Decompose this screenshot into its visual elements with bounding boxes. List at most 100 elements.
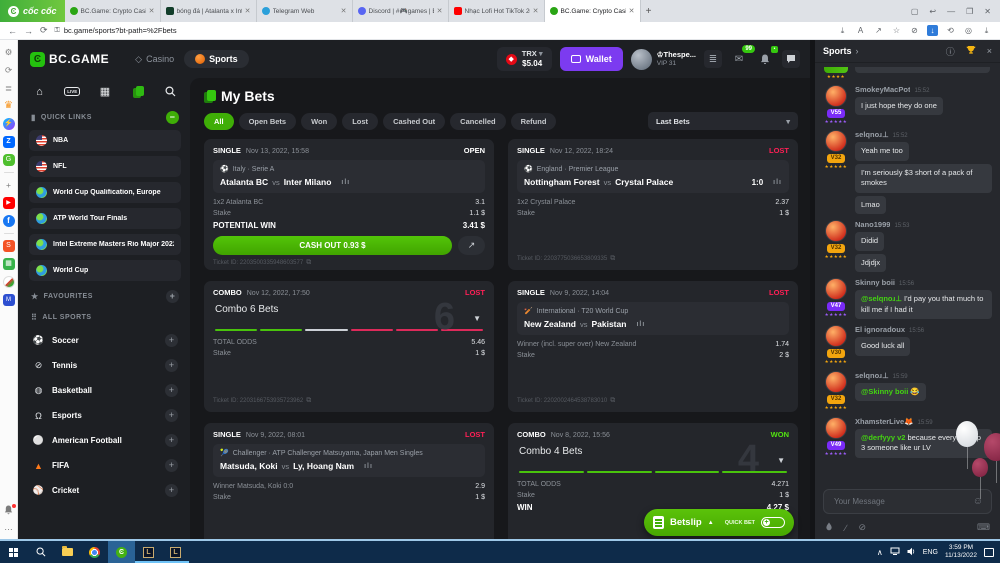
copy-icon[interactable]: ⧉ bbox=[610, 397, 615, 405]
bet-card[interactable]: SINGLE Nov 13, 2022, 15:58 OPEN ⚽ Italy … bbox=[204, 139, 494, 270]
download-icon[interactable]: ↓ bbox=[927, 25, 938, 36]
file-explorer-icon[interactable] bbox=[54, 541, 81, 563]
stats-icon[interactable]: ılı bbox=[341, 179, 350, 186]
downloads-bar-icon[interactable]: ⤓ bbox=[981, 25, 992, 36]
history-back-icon[interactable]: ↩ bbox=[929, 7, 936, 16]
browser-tab[interactable]: bóng đá | Atalanta x Internaz ✕ bbox=[161, 0, 257, 22]
trophy-icon[interactable] bbox=[966, 45, 976, 57]
divider[interactable] bbox=[4, 233, 14, 234]
chat-username[interactable]: selqnoɹ⊥ bbox=[855, 130, 889, 139]
event-panel[interactable]: ⚽ Italy · Serie A Atalanta BC vs Inter M… bbox=[213, 160, 485, 193]
keyboard-icon[interactable]: ⌨ bbox=[977, 522, 990, 533]
reload-icon[interactable]: ⟳ bbox=[40, 25, 48, 36]
messenger-icon[interactable]: ⚡ bbox=[3, 118, 15, 130]
green-app-icon[interactable]: ▦ bbox=[3, 258, 15, 270]
chevron-right-icon[interactable]: › bbox=[856, 46, 859, 56]
tab-close-icon[interactable]: ✕ bbox=[149, 7, 155, 15]
taskbar-clock[interactable]: 3:59 PM 11/13/2022 bbox=[945, 544, 977, 561]
chat-username[interactable]: Nano1999 bbox=[855, 220, 890, 229]
combo-panel[interactable]: Combo 6 Bets 6 ▼ bbox=[213, 302, 485, 335]
nav-sports[interactable]: Sports bbox=[184, 50, 249, 68]
divider[interactable] bbox=[4, 172, 14, 173]
filter-chip[interactable]: All bbox=[204, 113, 234, 130]
bet-card[interactable]: SINGLE Nov 9, 2022, 14:04 LOST 🏏 Interna… bbox=[508, 281, 798, 412]
mention[interactable]: @derfyyy v2 bbox=[861, 433, 905, 442]
quick-bet-toggle[interactable] bbox=[761, 517, 785, 528]
sport-item[interactable]: Tennis + bbox=[29, 353, 181, 378]
profile-icon[interactable]: ◎ bbox=[963, 25, 974, 36]
language-indicator[interactable]: ENG bbox=[923, 549, 938, 556]
share-bet-button[interactable]: ↗ bbox=[458, 236, 485, 255]
calendar-icon[interactable]: ▦ bbox=[98, 85, 113, 98]
sport-item[interactable]: Cricket + bbox=[29, 478, 181, 503]
tab-close-icon[interactable]: ✕ bbox=[341, 7, 347, 15]
betslip-button[interactable]: Betslip ▲ QUICK BET bbox=[644, 509, 794, 536]
adblock-icon[interactable]: ⊘ bbox=[909, 25, 920, 36]
chrome-icon[interactable] bbox=[81, 541, 108, 563]
add-icon[interactable]: + bbox=[3, 179, 15, 191]
wallet-button[interactable]: Wallet bbox=[560, 47, 623, 71]
avatar[interactable] bbox=[825, 371, 847, 393]
sort-dropdown[interactable]: Last Bets ▾ bbox=[648, 112, 798, 130]
chevron-down-icon[interactable]: ▼ bbox=[473, 314, 481, 323]
history-icon[interactable]: ⟳ bbox=[3, 64, 15, 76]
start-button[interactable] bbox=[0, 541, 27, 563]
bet-list-icon[interactable]: ≣ bbox=[704, 50, 722, 68]
quick-link-item[interactable]: World Cup bbox=[29, 260, 181, 281]
zalo-icon[interactable]: Z bbox=[3, 136, 15, 148]
sport-item[interactable]: Esports + bbox=[29, 403, 181, 428]
chat-username[interactable]: XhamsterLive🦊 bbox=[855, 417, 914, 426]
currency-selector[interactable]: ◆ TRX ▾ $5.04 bbox=[497, 47, 552, 70]
chat-toggle-icon[interactable] bbox=[782, 50, 800, 68]
expand-sport-button[interactable]: + bbox=[165, 384, 178, 397]
user-profile[interactable]: ♔Thespe... VIP 31 bbox=[631, 49, 696, 70]
minimize-icon[interactable]: — bbox=[947, 7, 955, 16]
badminton-icon[interactable] bbox=[3, 276, 15, 288]
stats-icon[interactable]: ılı bbox=[364, 463, 373, 470]
league-app-icon[interactable]: L bbox=[135, 541, 162, 563]
filter-chip[interactable]: Lost bbox=[342, 113, 378, 130]
filter-chip[interactable]: Won bbox=[301, 113, 337, 130]
my-bets-icon[interactable] bbox=[130, 85, 145, 98]
rain-icon[interactable] bbox=[825, 522, 833, 533]
expand-sport-button[interactable]: + bbox=[165, 409, 178, 422]
network-icon[interactable] bbox=[890, 547, 900, 557]
forward-icon[interactable]: → bbox=[24, 26, 33, 36]
sync-icon[interactable]: ⟲ bbox=[945, 25, 956, 36]
tab-close-icon[interactable]: ✕ bbox=[629, 7, 635, 15]
quick-link-item[interactable]: World Cup Qualification, Europe bbox=[29, 182, 181, 203]
coin-drop-icon[interactable]: ⊘ bbox=[859, 522, 867, 533]
emoji-icon[interactable]: ☺ bbox=[973, 496, 983, 507]
browser-tab[interactable]: Discord | #🎮games | BC G ✕ bbox=[353, 0, 449, 22]
expand-sport-button[interactable]: + bbox=[165, 459, 178, 472]
avatar[interactable] bbox=[825, 417, 847, 439]
chevron-down-icon[interactable]: ▼ bbox=[777, 456, 785, 465]
expand-sport-button[interactable]: + bbox=[165, 484, 178, 497]
filter-chip[interactable]: Cancelled bbox=[450, 113, 505, 130]
more-icon[interactable]: ⋯ bbox=[3, 523, 15, 535]
mail-icon[interactable]: ✉99 bbox=[730, 51, 748, 67]
bet-card[interactable]: COMBO Nov 12, 2022, 17:50 LOST bbox=[204, 281, 494, 412]
sport-item[interactable]: American Football + bbox=[29, 428, 181, 453]
bet-card[interactable]: SINGLE Nov 12, 2022, 18:24 LOST ⚽ Englan… bbox=[508, 139, 798, 270]
filter-chip[interactable]: Open Bets bbox=[239, 113, 297, 130]
message-input[interactable] bbox=[832, 496, 973, 507]
quick-link-item[interactable]: ATP World Tour Finals bbox=[29, 208, 181, 229]
url-field[interactable]: ⚿ bc.game/sports?bt-path=%2Fbets bbox=[55, 26, 830, 35]
expand-sport-button[interactable]: + bbox=[165, 434, 178, 447]
quick-link-item[interactable]: NFL bbox=[29, 156, 181, 177]
chat-room-title[interactable]: Sports bbox=[823, 46, 852, 56]
expand-sport-button[interactable]: + bbox=[165, 334, 178, 347]
chat-username[interactable]: Skinny boii bbox=[855, 278, 895, 287]
chat-username[interactable]: El ignoradoux bbox=[855, 325, 905, 334]
sport-item[interactable]: FIFA + bbox=[29, 453, 181, 478]
tab-search-icon[interactable]: ▢ bbox=[911, 7, 919, 16]
mention[interactable]: @Skinny boii bbox=[861, 387, 908, 396]
stats-icon[interactable]: ılı bbox=[636, 321, 645, 328]
bell-icon[interactable] bbox=[3, 505, 15, 517]
combo-panel[interactable]: Combo 4 Bets 4 ▼ bbox=[517, 444, 789, 477]
reading-list-icon[interactable]: ≣ bbox=[3, 82, 15, 94]
volume-icon[interactable] bbox=[907, 547, 916, 558]
coccoc-brand[interactable]: Ͼ cốc cốc bbox=[0, 0, 65, 22]
maximize-icon[interactable]: ❐ bbox=[966, 7, 973, 16]
